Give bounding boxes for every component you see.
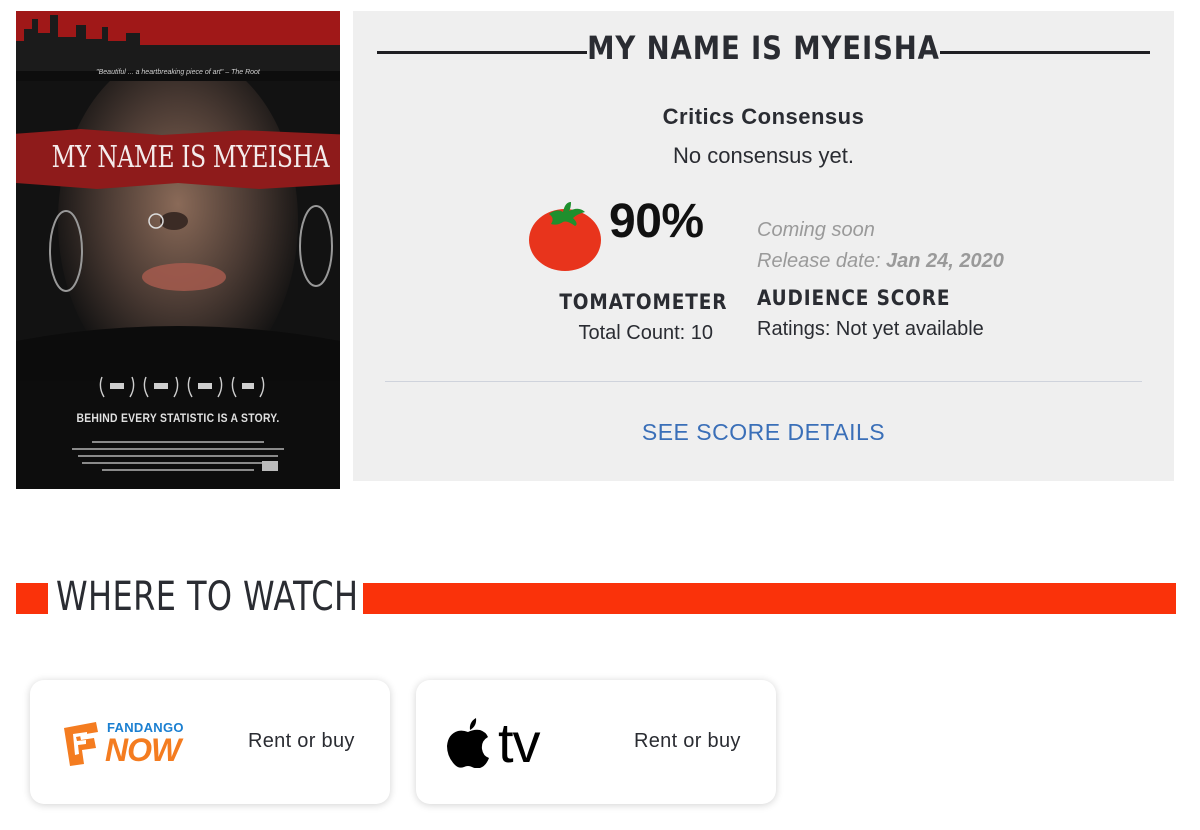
provider-card-fandango-now[interactable]: FANDANGO NOW Rent or buy [30, 680, 390, 804]
audience-score-label: AUDIENCE SCORE [757, 286, 951, 310]
release-date: Release date: Jan 24, 2020 [757, 250, 1004, 273]
release-date-label: Release date: [757, 250, 881, 272]
fresh-tomato-icon [529, 202, 601, 271]
poster-face-art [16, 81, 340, 381]
fandango-now-logo: FANDANGO NOW [60, 720, 200, 768]
provider-action-label: Rent or buy [248, 730, 355, 752]
poster-title: MY NAME IS MYEISHA [51, 140, 330, 175]
audience-status: Coming soon [757, 219, 875, 241]
poster-skyline-art [16, 11, 340, 71]
where-to-watch-heading: WHERE TO WATCH [56, 574, 359, 620]
apple-icon [447, 718, 489, 768]
provider-card-apple-tv[interactable]: tv Rent or buy [416, 680, 776, 804]
provider-action-label: Rent or buy [634, 730, 741, 752]
festival-laurels-art [99, 376, 265, 398]
fandango-brand-bottom: NOW [105, 732, 181, 768]
movie-title: MY NAME IS MYEISHA [587, 29, 940, 67]
audience-ratings: Ratings: Not yet available [757, 318, 984, 340]
critics-consensus-heading: Critics Consensus [662, 104, 865, 129]
poster-tagline: "Beautiful ... a heartbreaking piece of … [96, 69, 260, 76]
poster-strapline: BEHIND EVERY STATISTIC IS A STORY. [76, 413, 280, 425]
panel-divider [385, 381, 1142, 382]
tomatometer-total-count: Total Count: 10 [578, 322, 713, 344]
movie-poster[interactable]: "Beautiful ... a heartbreaking piece of … [16, 11, 340, 489]
apple-tv-brand: tv [498, 711, 541, 774]
where-to-watch-marker [16, 583, 48, 614]
tomatometer-score: 90% [609, 195, 704, 248]
poster-credits-art [72, 441, 284, 471]
critics-consensus-text: No consensus yet. [673, 143, 854, 168]
release-date-value: Jan 24, 2020 [885, 250, 1004, 272]
tomatometer-label: TOMATOMETER [559, 290, 728, 314]
fandango-f-icon [64, 722, 98, 766]
see-score-details-link[interactable]: SEE SCORE DETAILS [353, 419, 1174, 446]
score-panel: MY NAME IS MYEISHA Critics Consensus No … [353, 11, 1174, 481]
apple-tv-logo: tv [446, 711, 566, 774]
where-to-watch-bar [363, 583, 1176, 614]
